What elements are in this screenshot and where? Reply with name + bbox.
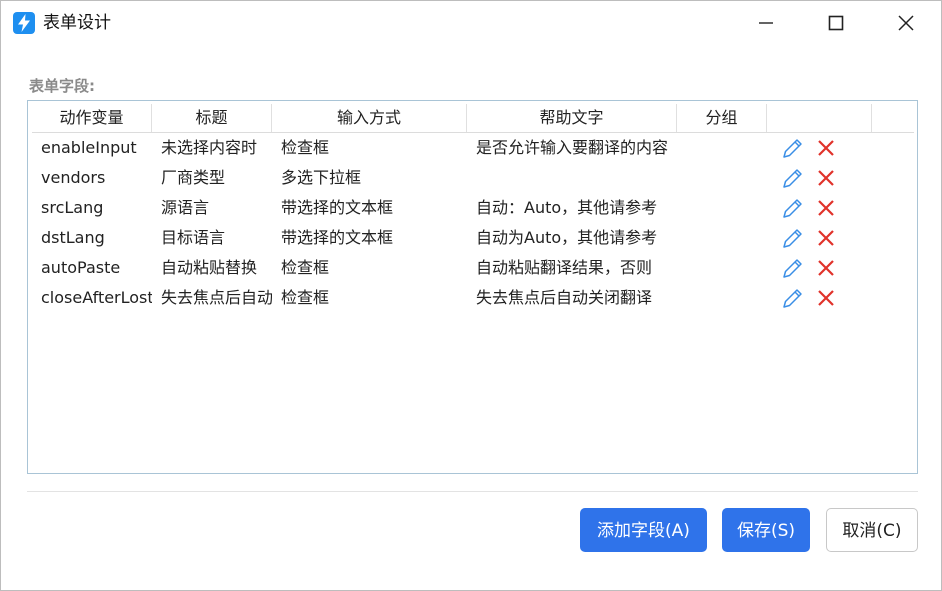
edit-row-button[interactable]	[780, 227, 804, 249]
close-icon	[898, 15, 914, 31]
minimize-icon	[759, 22, 773, 24]
cell-help-text: 自动：Auto，其他请参考	[476, 198, 658, 217]
cell-help-text	[467, 163, 677, 193]
footer-divider	[27, 491, 918, 492]
form-design-window: 表单设计 表单字段: 动作变量 标题 输入方式 帮助文字 分组 enableIn…	[0, 0, 942, 591]
minimize-button[interactable]	[743, 1, 789, 45]
table-row[interactable]: srcLang 源语言 带选择的文本框 自动：Auto，其他请参考	[32, 193, 914, 223]
edit-row-button[interactable]	[780, 287, 804, 309]
close-window-button[interactable]	[883, 1, 929, 45]
edit-row-button[interactable]	[780, 167, 804, 189]
form-fields-label: 表单字段:	[29, 77, 95, 95]
cell-variable: dstLang	[41, 228, 105, 247]
x-icon	[818, 170, 834, 186]
add-field-button[interactable]: 添加字段(A)	[580, 508, 707, 552]
maximize-icon	[828, 15, 844, 31]
maximize-button[interactable]	[813, 1, 859, 45]
x-icon	[818, 140, 834, 156]
cell-help-text: 是否允许输入要翻译的内容	[476, 138, 669, 157]
cell-variable: vendors	[41, 168, 106, 187]
cell-help-text: 失去焦点后自动关闭翻译	[476, 288, 653, 307]
table-row[interactable]: vendors 厂商类型 多选下拉框	[32, 163, 914, 193]
cell-title: 目标语言	[161, 228, 226, 247]
pencil-icon	[783, 289, 802, 308]
cell-group	[677, 193, 767, 223]
edit-row-button[interactable]	[780, 137, 804, 159]
column-header-title[interactable]: 标题	[152, 104, 272, 132]
cell-variable: enableInput	[41, 138, 137, 157]
cell-input-type: 多选下拉框	[281, 168, 362, 187]
cancel-button[interactable]: 取消(C)	[826, 508, 918, 552]
cell-help-text: 自动粘贴翻译结果，否则	[476, 258, 653, 277]
cell-group	[677, 223, 767, 253]
column-header-variable[interactable]: 动作变量	[32, 104, 152, 132]
delete-row-button[interactable]	[814, 137, 838, 159]
cell-group	[677, 133, 767, 163]
delete-row-button[interactable]	[814, 197, 838, 219]
app-lightning-icon	[13, 12, 35, 34]
x-icon	[818, 260, 834, 276]
column-header-input-type[interactable]: 输入方式	[272, 104, 467, 132]
pencil-icon	[783, 229, 802, 248]
table-row[interactable]: closeAfterLostFocus 失去焦点后自动 检查框 失去焦点后自动关…	[32, 283, 914, 313]
delete-row-button[interactable]	[814, 287, 838, 309]
title-bar[interactable]: 表单设计	[1, 1, 941, 45]
x-icon	[818, 290, 834, 306]
save-button[interactable]: 保存(S)	[722, 508, 810, 552]
cell-title: 源语言	[161, 198, 210, 217]
delete-row-button[interactable]	[814, 257, 838, 279]
pencil-icon	[783, 259, 802, 278]
pencil-icon	[783, 169, 802, 188]
cell-group	[677, 253, 767, 283]
cell-group	[677, 163, 767, 193]
cell-group	[677, 283, 767, 313]
cell-variable: autoPaste	[41, 258, 121, 277]
delete-row-button[interactable]	[814, 227, 838, 249]
pencil-icon	[783, 139, 802, 158]
table-row[interactable]: autoPaste 自动粘贴替换 检查框 自动粘贴翻译结果，否则	[32, 253, 914, 283]
column-header-help-text[interactable]: 帮助文字	[467, 104, 677, 132]
cell-input-type: 带选择的文本框	[281, 228, 394, 247]
edit-row-button[interactable]	[780, 197, 804, 219]
column-header-actions[interactable]	[767, 104, 872, 132]
fields-table[interactable]: 动作变量 标题 输入方式 帮助文字 分组 enableInput 未选择内容时 …	[27, 100, 918, 474]
cell-help-text: 自动为Auto，其他请参考	[476, 228, 658, 247]
cell-input-type: 检查框	[281, 138, 330, 157]
table-row[interactable]: enableInput 未选择内容时 检查框 是否允许输入要翻译的内容	[32, 133, 914, 163]
cell-title: 未选择内容时	[161, 138, 258, 157]
x-icon	[818, 200, 834, 216]
x-icon	[818, 230, 834, 246]
cell-title: 厂商类型	[161, 168, 226, 187]
cell-variable: srcLang	[41, 198, 104, 217]
window-title: 表单设计	[43, 13, 111, 33]
cell-input-type: 检查框	[281, 258, 330, 277]
cell-input-type: 检查框	[281, 288, 330, 307]
delete-row-button[interactable]	[814, 167, 838, 189]
cell-title: 失去焦点后自动	[161, 288, 272, 307]
cell-variable: closeAfterLostFocus	[41, 288, 152, 307]
cell-title: 自动粘贴替换	[161, 258, 258, 277]
table-header: 动作变量 标题 输入方式 帮助文字 分组	[32, 104, 914, 133]
edit-row-button[interactable]	[780, 257, 804, 279]
column-header-group[interactable]: 分组	[677, 104, 767, 132]
cell-input-type: 带选择的文本框	[281, 198, 394, 217]
pencil-icon	[783, 199, 802, 218]
table-row[interactable]: dstLang 目标语言 带选择的文本框 自动为Auto，其他请参考	[32, 223, 914, 253]
